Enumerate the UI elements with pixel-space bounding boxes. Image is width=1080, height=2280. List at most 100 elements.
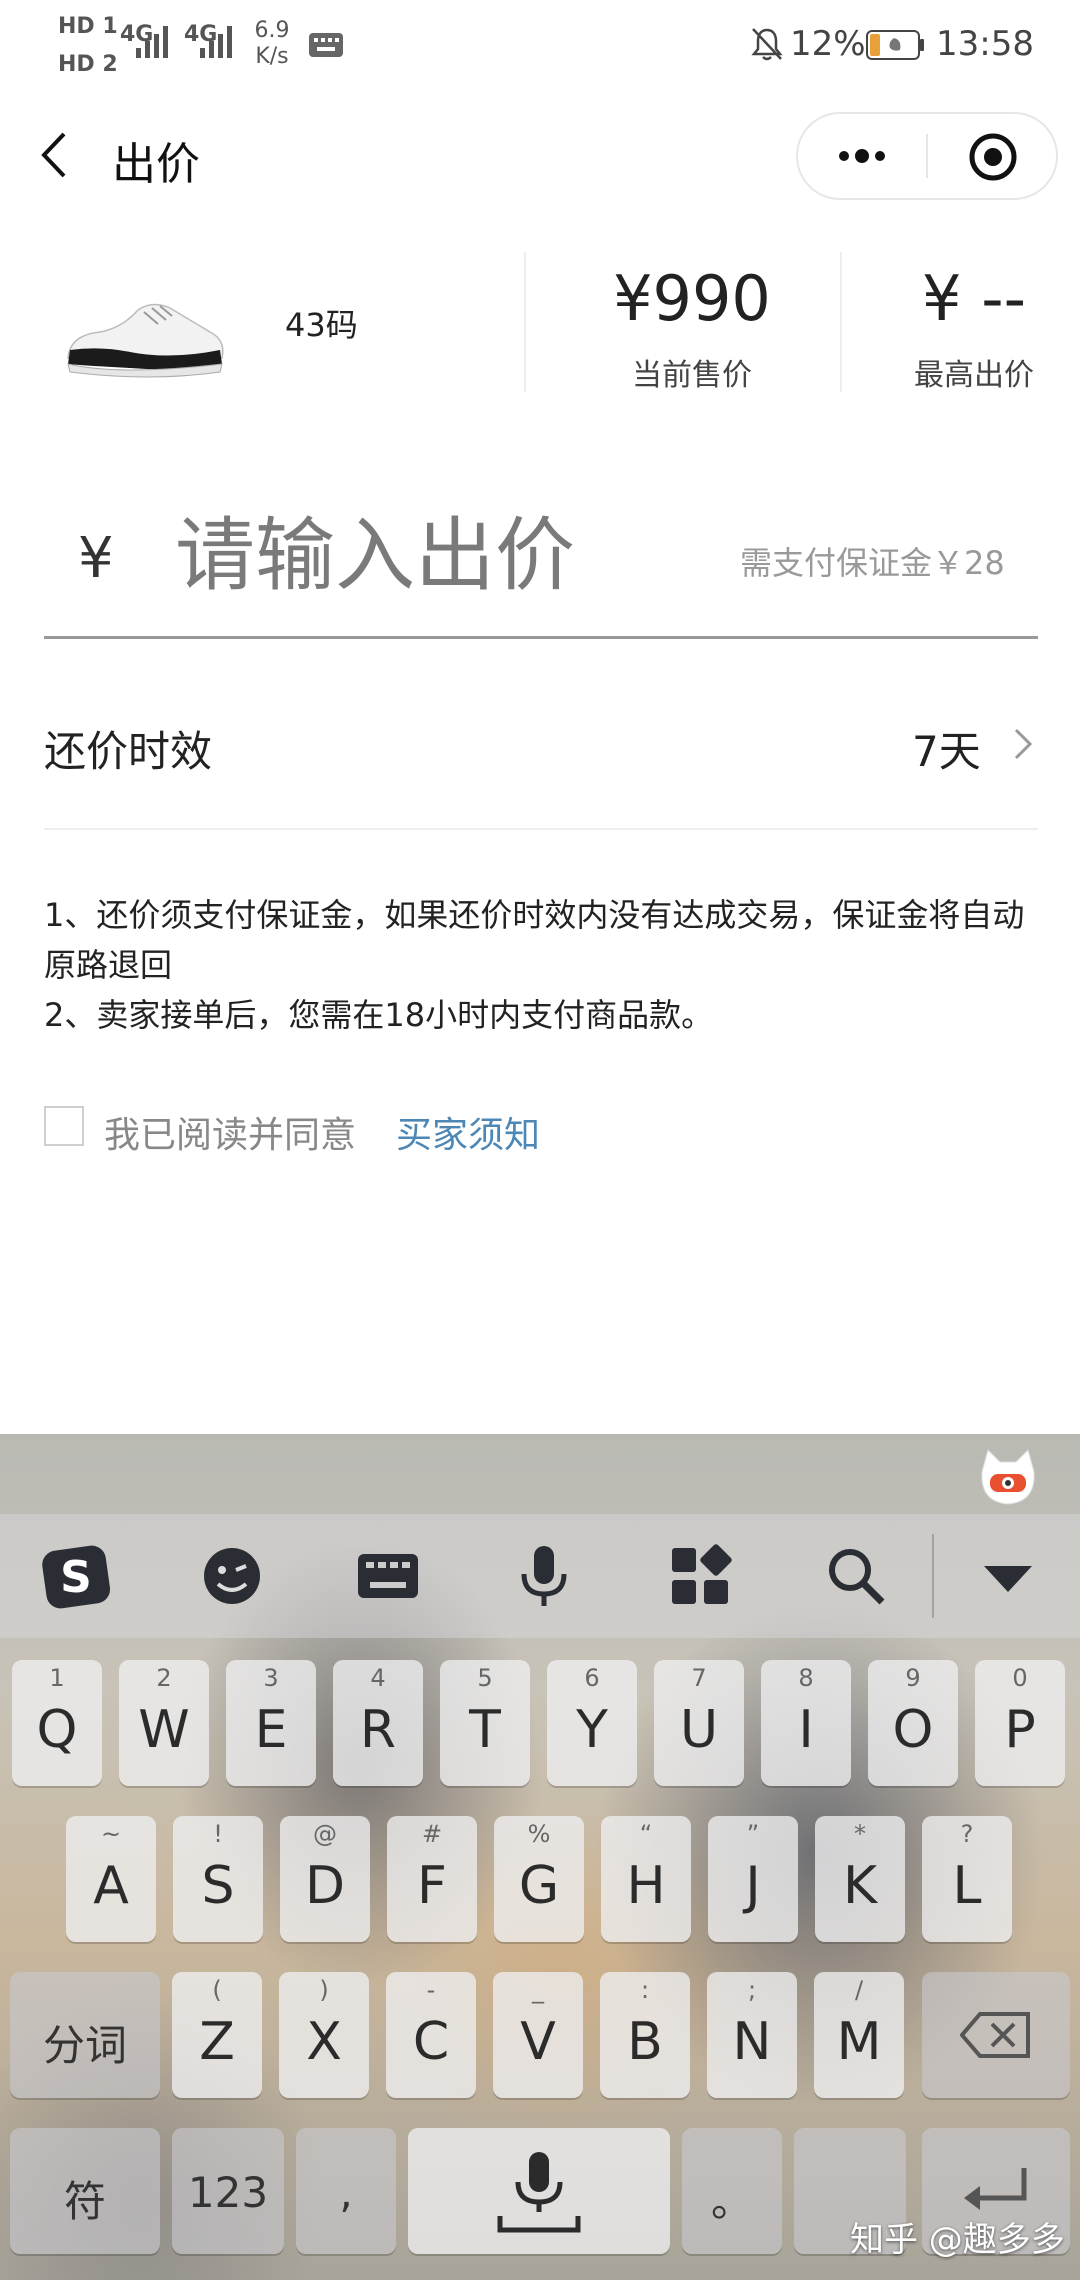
key-n[interactable]: ; N [707, 1972, 797, 2098]
segment-key[interactable]: 分词 [10, 1972, 160, 2098]
key-hint: ” [746, 1820, 760, 1848]
product-size: 43码 [285, 306, 358, 344]
key-hint: # [421, 1820, 443, 1848]
key-r[interactable]: 4R [333, 1660, 423, 1786]
key-label: P [1004, 1700, 1036, 1760]
agreement-checkbox[interactable] [44, 1106, 84, 1146]
mute-bell-icon [751, 28, 783, 61]
key-e[interactable]: 3E [226, 1660, 316, 1786]
key-label: G [518, 1856, 560, 1916]
product-image [67, 303, 224, 378]
soft-keyboard: S 分词 符 123 , 。 1 Q 2 W 3 E 4 R 5 T 6 Y 7… [0, 1434, 1080, 2280]
key-d[interactable]: @ D [280, 1816, 370, 1942]
buyer-notice-link[interactable]: 买家须知 [396, 1106, 540, 1158]
bid-price-input[interactable] [175, 500, 735, 610]
key-label: D [304, 1856, 346, 1916]
key-q[interactable]: 1Q [12, 1660, 102, 1786]
key-label: W [138, 1700, 190, 1760]
capsule-divider [926, 134, 928, 178]
key-hint: _ [532, 1976, 544, 2004]
enter-icon [964, 2168, 1027, 2210]
hide-keyboard-icon[interactable] [972, 1540, 1044, 1612]
current-price-label: 当前售价 [632, 358, 752, 393]
key-w[interactable]: 2W [119, 1660, 209, 1786]
key-hint: ; [747, 1976, 757, 2004]
key-hint: 3 [263, 1664, 279, 1692]
space-key[interactable] [408, 2128, 670, 2254]
keyboard-switch-icon[interactable] [352, 1540, 424, 1612]
key-f[interactable]: # F [387, 1816, 477, 1942]
key-c[interactable]: -C [386, 1972, 476, 2098]
key-hint: - [426, 1976, 436, 2004]
key-label: N [732, 2012, 772, 2072]
keyboard-mascot-icon[interactable] [976, 1446, 1040, 1508]
toolbox-grid-icon[interactable] [664, 1540, 736, 1612]
validity-label: 还价时效 [44, 727, 213, 776]
key-t[interactable]: 5T [440, 1660, 530, 1786]
battery-percent: 12% [790, 24, 866, 64]
key-label: O [892, 1700, 934, 1760]
clock: 13:58 [936, 24, 1034, 64]
key-o[interactable]: 9O [868, 1660, 958, 1786]
current-price: ¥990 [613, 262, 771, 335]
comma-key[interactable]: , [296, 2128, 396, 2254]
sogou-logo-icon[interactable]: S [40, 1540, 112, 1612]
key-label: J [745, 1856, 761, 1916]
key-l[interactable]: ? L [922, 1816, 1012, 1942]
divider [44, 828, 1038, 830]
space-voice-icon [497, 2152, 581, 2233]
key-i[interactable]: 8I [761, 1660, 851, 1786]
key-hint: ( [212, 1976, 222, 2004]
keyboard-toolbar: S [0, 1514, 1080, 1638]
key-u[interactable]: 7U [654, 1660, 744, 1786]
key-m[interactable]: / M [814, 1972, 904, 2098]
validity-value[interactable]: 7天 [912, 718, 981, 779]
key-label: H [626, 1856, 666, 1916]
key-y[interactable]: 6Y [547, 1660, 637, 1786]
key-label: B [627, 2012, 663, 2072]
key-p[interactable]: 0P [975, 1660, 1065, 1786]
key-hint: 0 [1012, 1664, 1028, 1692]
network-speed-value: 6.9 [254, 18, 290, 43]
symbols-key[interactable]: 符 [10, 2128, 160, 2254]
key-a[interactable]: ~ A [66, 1816, 156, 1942]
key-hint: / [854, 1976, 864, 2004]
key-k[interactable]: * K [815, 1816, 905, 1942]
key-label: U [679, 1700, 719, 1760]
more-dots-icon[interactable] [834, 136, 890, 176]
backspace-key[interactable] [922, 1972, 1070, 2098]
key-z[interactable]: (Z [172, 1972, 262, 2098]
search-icon[interactable] [820, 1540, 892, 1612]
numbers-key[interactable]: 123 [172, 2128, 284, 2254]
key-j[interactable]: ” J [708, 1816, 798, 1942]
key-label: S [201, 1856, 235, 1916]
key-label: F [417, 1856, 447, 1916]
key-h[interactable]: “H [601, 1816, 691, 1942]
sim2-label: HD 2 [58, 52, 118, 77]
close-miniprogram-icon[interactable] [968, 132, 1018, 182]
key-label: Q [36, 1700, 78, 1760]
key-label: A [93, 1856, 129, 1916]
voice-input-icon[interactable] [508, 1540, 580, 1612]
key-v[interactable]: _ V [493, 1972, 583, 2098]
rule-item: 2、卖家接单后，您需在18小时内支付商品款。 [44, 996, 714, 1034]
key-hint: 6 [584, 1664, 600, 1692]
toolbar-divider [932, 1534, 934, 1618]
key-label: M [836, 2012, 882, 2072]
rules-text: 1、还价须支付保证金，如果还价时效内没有达成交易，保证金将自动原路退回 2、卖家… [44, 890, 1038, 1040]
key-x[interactable]: ) X [279, 1972, 369, 2098]
status-bar: HD 1 HD 2 4G 4G 6.9 K/s 12% 13:58 [0, 0, 1080, 90]
key-label: E [254, 1700, 288, 1760]
input-underline [44, 636, 1038, 639]
key-label: I [798, 1700, 814, 1760]
rule-item: 1、还价须支付保证金，如果还价时效内没有达成交易，保证金将自动原路退回 [44, 896, 1025, 984]
key-hint: ~ [100, 1820, 122, 1848]
key-b[interactable]: :B [600, 1972, 690, 2098]
back-arrow-icon[interactable] [36, 130, 76, 180]
period-key[interactable]: 。 [682, 2128, 782, 2254]
key-g[interactable]: % G [494, 1816, 584, 1942]
key-hint: ! [213, 1820, 223, 1848]
emoji-icon[interactable] [196, 1540, 268, 1612]
key-label: Z [199, 2012, 235, 2072]
key-s[interactable]: ! S [173, 1816, 263, 1942]
